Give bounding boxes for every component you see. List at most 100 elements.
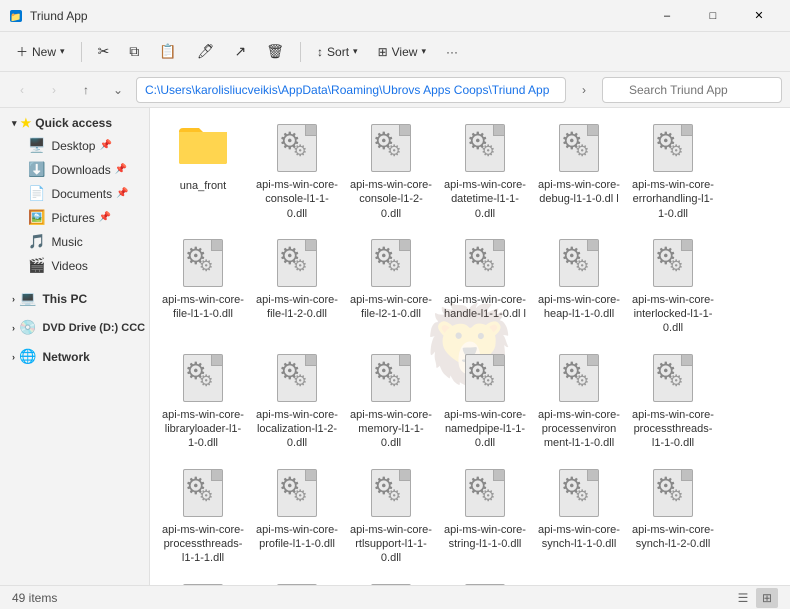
file-name: api-ms-win-core-handle-l1-1-0.dl l bbox=[444, 293, 526, 322]
file-item[interactable]: ⚙⚙ api-ms-win-core-interlocked-l1-1-0.dl… bbox=[628, 231, 718, 342]
file-item[interactable]: ⚙⚙ api-ms-win-crt-conio-l1-1-0.dll bbox=[440, 576, 530, 585]
file-item[interactable]: una_front bbox=[158, 116, 248, 227]
dll-icon: ⚙⚙ bbox=[273, 237, 321, 289]
dll-icon: ⚙⚙ bbox=[461, 582, 509, 585]
desktop-icon: 🖥️ bbox=[28, 137, 45, 154]
file-item[interactable]: ⚙⚙ api-ms-win-core-processthreads-l1-1-1… bbox=[158, 461, 248, 572]
file-item[interactable]: ⚙⚙ api-ms-win-core-synch-l1-1-0.dll bbox=[534, 461, 624, 572]
music-icon: 🎵 bbox=[28, 233, 45, 250]
paste-button[interactable]: 📋 bbox=[151, 39, 184, 64]
dll-icon: ⚙⚙ bbox=[367, 237, 415, 289]
file-item[interactable]: ⚙⚙ api-ms-win-core-file-l2-1-0.dll bbox=[346, 231, 436, 342]
delete-icon: 🗑 bbox=[266, 43, 284, 60]
documents-icon: 📄 bbox=[28, 185, 45, 202]
sidebar: ▾ ★ Quick access 🖥️ Desktop 📌 ⬇️ Downloa… bbox=[0, 108, 150, 585]
navigate-button[interactable]: › bbox=[570, 76, 598, 104]
file-name: api-ms-win-core-processthreads-l1-1-1.dl… bbox=[162, 523, 244, 566]
up-button[interactable]: ↑ bbox=[72, 76, 100, 104]
dll-icon: ⚙⚙ bbox=[179, 467, 227, 519]
file-name: api-ms-win-core-processenvironment-l1-1-… bbox=[538, 408, 620, 451]
file-item[interactable]: ⚙⚙ api-ms-win-core-profile-l1-1-0.dll bbox=[252, 461, 342, 572]
file-item[interactable]: ⚙⚙ api-ms-win-core-file-l1-1-0.dll bbox=[158, 231, 248, 342]
file-area: 🦁 una_front ⚙⚙ api-ms-win-core-console-l… bbox=[150, 108, 790, 585]
more-button[interactable]: ··· bbox=[438, 41, 466, 63]
file-item[interactable]: ⚙⚙ api-ms-win-core-heap-l1-1-0.dll bbox=[534, 231, 624, 342]
videos-icon: 🎬 bbox=[28, 257, 45, 274]
gears-icon: ⚙⚙ bbox=[373, 245, 395, 269]
dll-icon: ⚙⚙ bbox=[649, 122, 697, 174]
copy-button[interactable]: ⧉ bbox=[121, 39, 147, 64]
file-item[interactable]: ⚙⚙ api-ms-win-core-sysinfo-l1-1-0.dl l bbox=[158, 576, 248, 585]
file-item[interactable]: ⚙⚙ api-ms-win-core-localization-l1-2-0.d… bbox=[252, 346, 342, 457]
minimize-button[interactable]: – bbox=[644, 0, 690, 32]
sidebar-item-downloads[interactable]: ⬇️ Downloads 📌 bbox=[4, 158, 145, 181]
file-item[interactable]: ⚙⚙ api-ms-win-core-console-l1-1-0.dll bbox=[252, 116, 342, 227]
gears-icon: ⚙⚙ bbox=[279, 360, 301, 384]
this-pc-expand: › bbox=[12, 294, 15, 304]
window-controls: – □ ✕ bbox=[644, 0, 782, 32]
view-button[interactable]: ⊞ View ▾ bbox=[370, 41, 434, 63]
sort-button[interactable]: ↕ Sort ▾ bbox=[309, 41, 366, 63]
file-item[interactable]: ⚙⚙ api-ms-win-core-errorhandling-l1-1-0.… bbox=[628, 116, 718, 227]
separator-2 bbox=[300, 42, 301, 62]
details-view-button[interactable]: ☰ bbox=[732, 588, 754, 608]
close-button[interactable]: ✕ bbox=[736, 0, 782, 32]
rename-button[interactable]: 🖊 bbox=[189, 39, 223, 64]
cut-button[interactable]: ✂ bbox=[90, 39, 118, 64]
pictures-icon: 🖼️ bbox=[28, 209, 45, 226]
dll-icon: ⚙⚙ bbox=[555, 467, 603, 519]
file-item[interactable]: ⚙⚙ api-ms-win-core-timezone-l1-1-0 bbox=[252, 576, 342, 585]
maximize-button[interactable]: □ bbox=[690, 0, 736, 32]
sidebar-item-documents[interactable]: 📄 Documents 📌 bbox=[4, 182, 145, 205]
file-name: api-ms-win-core-processthreads-l1-1-0.dl… bbox=[632, 408, 714, 451]
file-item[interactable]: ⚙⚙ api-ms-win-core-util-l1-1-0.dll bbox=[346, 576, 436, 585]
view-controls: ☰ ⊞ bbox=[732, 588, 778, 608]
this-pc-header[interactable]: › 💻 This PC bbox=[4, 287, 145, 310]
gears-icon: ⚙⚙ bbox=[655, 130, 677, 154]
sidebar-item-videos[interactable]: 🎬 Videos bbox=[4, 254, 145, 277]
dll-icon: ⚙⚙ bbox=[461, 237, 509, 289]
new-button[interactable]: ＋ New ▾ bbox=[8, 39, 73, 64]
dvd-drive-header[interactable]: › 💿 DVD Drive (D:) CCCC bbox=[4, 316, 145, 339]
recent-button[interactable]: ⌄ bbox=[104, 76, 132, 104]
copy-icon: ⧉ bbox=[129, 43, 139, 60]
gears-icon: ⚙⚙ bbox=[373, 360, 395, 384]
address-input[interactable] bbox=[136, 77, 566, 103]
file-name: api-ms-win-core-debug-l1-1-0.dl l bbox=[538, 178, 620, 207]
share-button[interactable]: ↗ bbox=[227, 39, 255, 64]
forward-button[interactable]: › bbox=[40, 76, 68, 104]
file-name: api-ms-win-core-console-l1-1-0.dll bbox=[256, 178, 338, 221]
file-item[interactable]: ⚙⚙ api-ms-win-core-libraryloader-l1-1-0.… bbox=[158, 346, 248, 457]
sidebar-item-desktop[interactable]: 🖥️ Desktop 📌 bbox=[4, 134, 145, 157]
file-item[interactable]: ⚙⚙ api-ms-win-core-processthreads-l1-1-0… bbox=[628, 346, 718, 457]
gears-icon: ⚙⚙ bbox=[561, 475, 583, 499]
dll-icon: ⚙⚙ bbox=[367, 582, 415, 585]
gears-icon: ⚙⚙ bbox=[185, 475, 207, 499]
file-item[interactable]: ⚙⚙ api-ms-win-core-console-l1-2-0.dll bbox=[346, 116, 436, 227]
search-input[interactable] bbox=[602, 77, 782, 103]
file-item[interactable]: ⚙⚙ api-ms-win-core-debug-l1-1-0.dl l bbox=[534, 116, 624, 227]
item-count: 49 items bbox=[12, 591, 57, 605]
sidebar-item-music[interactable]: 🎵 Music bbox=[4, 230, 145, 253]
file-item[interactable]: ⚙⚙ api-ms-win-core-datetime-l1-1-0.dll bbox=[440, 116, 530, 227]
view-chevron: ▾ bbox=[421, 46, 426, 57]
file-item[interactable]: ⚙⚙ api-ms-win-core-namedpipe-l1-1-0.dll bbox=[440, 346, 530, 457]
back-button[interactable]: ‹ bbox=[8, 76, 36, 104]
file-name: api-ms-win-core-synch-l1-1-0.dll bbox=[538, 523, 620, 552]
file-item[interactable]: ⚙⚙ api-ms-win-core-rtlsupport-l1-1-0.dll bbox=[346, 461, 436, 572]
quick-access-header[interactable]: ▾ ★ Quick access bbox=[4, 113, 145, 133]
file-item[interactable]: ⚙⚙ api-ms-win-core-memory-l1-1-0.dll bbox=[346, 346, 436, 457]
dll-icon: ⚙⚙ bbox=[273, 582, 321, 585]
file-item[interactable]: ⚙⚙ api-ms-win-core-synch-l1-2-0.dll bbox=[628, 461, 718, 572]
icon-view-button[interactable]: ⊞ bbox=[756, 588, 778, 608]
gears-icon: ⚙⚙ bbox=[467, 475, 489, 499]
file-item[interactable]: ⚙⚙ api-ms-win-core-string-l1-1-0.dll bbox=[440, 461, 530, 572]
dll-icon: ⚙⚙ bbox=[461, 467, 509, 519]
file-item[interactable]: ⚙⚙ api-ms-win-core-handle-l1-1-0.dl l bbox=[440, 231, 530, 342]
sidebar-item-pictures[interactable]: 🖼️ Pictures 📌 bbox=[4, 206, 145, 229]
file-item[interactable]: ⚙⚙ api-ms-win-core-file-l1-2-0.dll bbox=[252, 231, 342, 342]
expand-icon: ▾ bbox=[12, 118, 17, 129]
file-item[interactable]: ⚙⚙ api-ms-win-core-processenvironment-l1… bbox=[534, 346, 624, 457]
network-header[interactable]: › 🌐 Network bbox=[4, 345, 145, 368]
delete-button[interactable]: 🗑 bbox=[258, 39, 292, 64]
